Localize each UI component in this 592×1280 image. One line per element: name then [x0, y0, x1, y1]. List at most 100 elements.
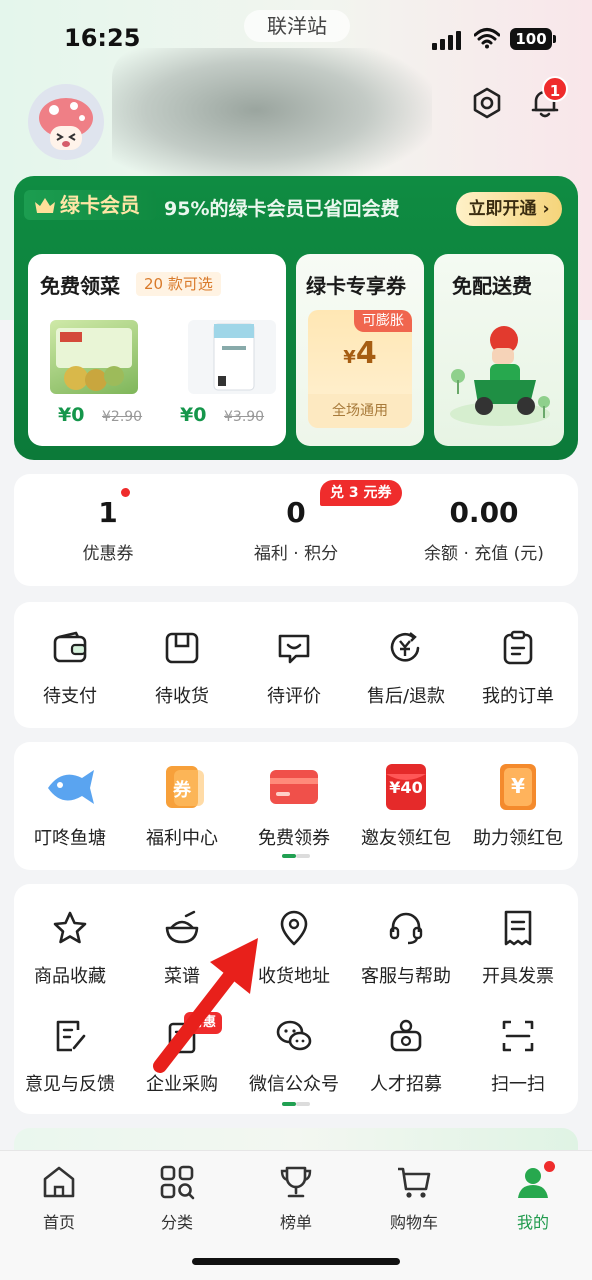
tab-home[interactable]: 首页: [0, 1163, 118, 1233]
coupon-card-title: 绿卡专享券: [306, 274, 406, 298]
location-pill[interactable]: 联洋站: [244, 10, 350, 42]
tab-profile[interactable]: 我的: [474, 1163, 592, 1233]
service-scan[interactable]: 扫一扫: [462, 1016, 574, 1096]
tab-label: 购物车: [389, 1213, 438, 1232]
order-list-icon: [503, 630, 533, 665]
order-label: 待支付: [43, 686, 97, 707]
product-price: ¥0: [180, 404, 207, 426]
tab-label: 首页: [42, 1213, 75, 1232]
promo-label: 助力领红包: [473, 828, 563, 849]
tab-label: 榜单: [279, 1213, 312, 1232]
order-label: 待评价: [267, 686, 321, 707]
wechat-icon: [276, 1020, 312, 1051]
tab-label: 我的: [516, 1213, 549, 1232]
order-label: 待收货: [155, 686, 209, 707]
scan-icon: [502, 1020, 534, 1052]
coupon-value: 4: [355, 336, 377, 371]
membership-header: 绿卡会员 95%的绿卡会员已省回会费 立即开通 ›: [14, 176, 578, 236]
order-label: 我的订单: [482, 686, 554, 707]
envelope-glyph: ¥40: [389, 778, 423, 797]
product-image-salt[interactable]: [188, 320, 276, 394]
my-orders[interactable]: 我的订单: [462, 628, 574, 708]
voucher-glyph: 券: [173, 780, 191, 801]
fish-icon: [48, 770, 94, 804]
order-pending-payment[interactable]: 待支付: [14, 628, 126, 708]
points-stat[interactable]: 0 福利 · 积分: [202, 496, 390, 564]
coupon-stat[interactable]: 1 优惠券: [14, 496, 202, 564]
free-veg-tag: 20 款可选: [136, 272, 221, 296]
tab-cart[interactable]: 购物车: [355, 1163, 473, 1233]
account-stats-panel: 1 优惠券 0 福利 · 积分 兑 3 元券 0.00 余额 · 充值 (元): [14, 474, 578, 586]
recruit-icon: [390, 1019, 422, 1052]
product-old-price: ¥3.90: [224, 409, 265, 425]
location-pin-icon: [280, 910, 308, 946]
crown-icon: [35, 198, 55, 213]
redacted-user-info: [112, 48, 432, 186]
product-price: ¥0: [58, 404, 85, 426]
inflatable-tag: 可膨胀: [354, 310, 412, 332]
service-label: 意见与反馈: [25, 1074, 115, 1095]
points-label: 福利 · 积分: [253, 544, 339, 564]
yuan-glyph: ¥: [511, 774, 525, 798]
avatar[interactable]: [28, 84, 104, 160]
salt-bag-icon: [213, 323, 255, 391]
exclusive-coupon-card[interactable]: 绿卡专享券 可膨胀 ¥4 全场通用: [296, 254, 424, 446]
order-pending-receipt[interactable]: 待收货: [126, 628, 238, 708]
profile-tab-red-dot: [544, 1161, 555, 1172]
coupon-scope: 全场通用: [308, 394, 412, 428]
balance-label: 余额 · 充值 (元): [424, 544, 544, 564]
tab-category[interactable]: 分类: [118, 1163, 236, 1233]
card-coupon-icon: [270, 770, 318, 804]
service-customer-support[interactable]: 客服与帮助: [350, 908, 462, 988]
promo-fish-pond[interactable]: 叮咚鱼塘: [14, 764, 126, 850]
promo-assist-red-envelope[interactable]: ¥ 助力领红包: [462, 764, 574, 850]
notification-badge: 1: [542, 76, 568, 102]
order-pending-review[interactable]: 待评价: [238, 628, 350, 708]
wifi-icon: [474, 28, 500, 49]
coupon-ticket[interactable]: 可膨胀 ¥4 全场通用: [308, 310, 412, 428]
annotation-arrow-icon: [153, 938, 258, 1073]
green-card-membership-panel[interactable]: 绿卡会员 95%的绿卡会员已省回会费 立即开通 › 免费领菜 20 款可选 ¥0…: [14, 176, 578, 460]
orders-panel: 待支付 待收货 待评价 售后/退款 我的订单: [14, 602, 578, 728]
free-delivery-card[interactable]: 免配送费: [434, 254, 564, 446]
order-after-sales[interactable]: 售后/退款: [350, 628, 462, 708]
promo-label: 免费领券: [258, 828, 330, 849]
settings-gear-icon[interactable]: [470, 86, 504, 120]
service-feedback[interactable]: 意见与反馈: [14, 1016, 126, 1096]
status-time: 16:25: [64, 24, 141, 52]
services-pager-active: [282, 1102, 296, 1106]
promo-label: 福利中心: [146, 828, 218, 849]
membership-badge: 绿卡会员: [24, 190, 156, 220]
free-vegetables-card[interactable]: 免费领菜 20 款可选 ¥0 ¥2.90 ¥0 ¥3.90: [28, 254, 286, 446]
service-recruitment[interactable]: 人才招募: [350, 1016, 462, 1096]
package-icon: [165, 632, 199, 664]
cart-icon: [398, 1167, 431, 1198]
vegetable-pack-icon: [56, 328, 132, 391]
promo-pager-inactive: [296, 854, 310, 858]
service-favorites[interactable]: 商品收藏: [14, 908, 126, 988]
product-old-price: ¥2.90: [102, 409, 143, 425]
service-invoice[interactable]: 开具发票: [462, 908, 574, 988]
promotions-panel: 叮咚鱼塘 券 福利中心 免费领券 ¥40 邀友领红包 ¥ 助力领红包: [14, 742, 578, 870]
product-image-veg-soup[interactable]: [50, 320, 138, 394]
promo-invite-friends[interactable]: ¥40 邀友领红包: [350, 764, 462, 850]
feedback-icon: [56, 1020, 86, 1052]
promo-label: 叮咚鱼塘: [34, 828, 106, 849]
coupon-amount: ¥4: [308, 336, 412, 371]
cellular-signal-icon: [432, 30, 462, 50]
promo-welfare-center[interactable]: 券 福利中心: [126, 764, 238, 850]
tab-label: 分类: [160, 1213, 193, 1232]
balance-stat[interactable]: 0.00 余额 · 充值 (元): [390, 496, 578, 564]
open-membership-button[interactable]: 立即开通 ›: [456, 192, 562, 226]
home-indicator: [192, 1258, 400, 1265]
promo-free-coupon[interactable]: 免费领券: [238, 764, 350, 850]
service-label: 开具发票: [482, 966, 554, 987]
invoice-icon: [504, 910, 532, 946]
services-pager-inactive: [296, 1102, 310, 1106]
services-panel: 商品收藏 菜谱 收货地址 客服与帮助 开具发票 意见与反馈 特惠 企业采购 微信…: [14, 884, 578, 1114]
tab-ranking[interactable]: 榜单: [237, 1163, 355, 1233]
headset-icon: [389, 912, 423, 945]
service-label: 扫一扫: [491, 1074, 545, 1095]
category-icon: [160, 1165, 195, 1200]
refund-icon: [390, 632, 420, 662]
